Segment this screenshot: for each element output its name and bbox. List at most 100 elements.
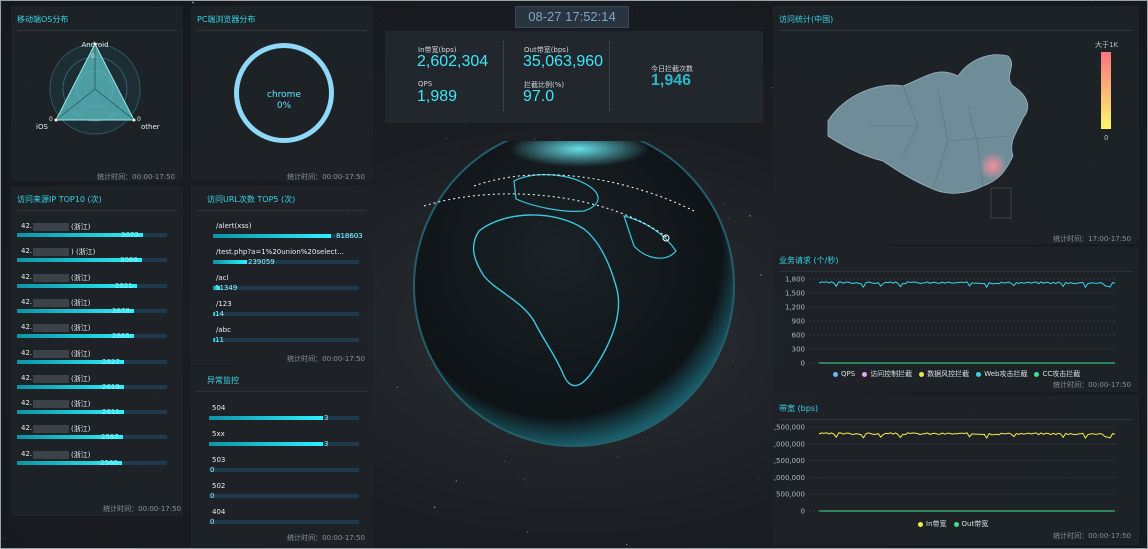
browser-percent: 0% bbox=[276, 101, 292, 111]
url-path: /test.php?a=1%20union%20select... bbox=[216, 248, 344, 256]
ip-bar bbox=[17, 283, 167, 288]
ip-bar bbox=[17, 258, 167, 263]
url-count: 14 bbox=[215, 310, 224, 318]
ip-address: 42. bbox=[21, 272, 33, 281]
url-bar bbox=[213, 312, 359, 316]
legend-item[interactable]: CC攻击拦截 bbox=[1034, 370, 1080, 378]
os-label-android: Android bbox=[81, 41, 108, 49]
legend-item[interactable]: 访问控制拦截 bbox=[862, 370, 912, 378]
ip-row[interactable]: 42. (浙江) 2878 bbox=[11, 298, 183, 320]
divider bbox=[609, 41, 610, 111]
anomaly-bar bbox=[209, 468, 359, 472]
url-count: 51349 bbox=[215, 284, 238, 292]
url-bar bbox=[213, 260, 359, 264]
anomaly-row[interactable]: 5xx 3 bbox=[191, 430, 373, 452]
panel-title: 访问URL次数 TOP5 (次) bbox=[207, 195, 296, 204]
anomaly-bar bbox=[209, 520, 359, 524]
ip-bar bbox=[17, 435, 167, 440]
ip-count: 2560 bbox=[100, 458, 118, 467]
ip-row[interactable]: 42. (浙江) 2619 bbox=[11, 374, 183, 396]
anomaly-row[interactable]: 504 3 bbox=[191, 404, 373, 426]
url-row[interactable]: /abc 11 bbox=[191, 326, 373, 348]
legend-label: Web攻击拦截 bbox=[984, 370, 1028, 378]
ip-bar bbox=[17, 233, 167, 237]
star bbox=[192, 1, 194, 4]
status-code: 404 bbox=[212, 508, 226, 516]
mobile-os-panel: 移动端OS分布 Android 0 0 iOS 0 other 统计时间：00:… bbox=[11, 6, 183, 181]
anomaly-count: 0 bbox=[210, 466, 215, 474]
url-row[interactable]: /acl 51349 bbox=[191, 274, 373, 296]
ip-count: 3069 bbox=[120, 256, 138, 265]
anomaly-row[interactable]: 502 0 bbox=[191, 482, 373, 504]
panel-title: PC端浏览器分布 bbox=[197, 15, 256, 24]
ip-mask bbox=[33, 374, 69, 383]
anomaly-row[interactable]: 503 0 bbox=[191, 456, 373, 478]
ip-row[interactable]: 42. (浙江) 2921 bbox=[11, 273, 183, 295]
ip-region: (浙江) bbox=[71, 349, 91, 358]
url-row[interactable]: /test.php?a=1%20union%20select... 239059 bbox=[191, 248, 373, 270]
legend-label: QPS bbox=[841, 370, 856, 378]
ip-row[interactable]: 42. ) (浙江) 3069 bbox=[11, 247, 183, 269]
star bbox=[446, 137, 448, 139]
star bbox=[1, 267, 2, 270]
china-map bbox=[827, 54, 1029, 219]
ip-row[interactable]: 42. (浙江) 2611 bbox=[11, 399, 183, 421]
legend-item[interactable]: Out带宽 bbox=[953, 520, 989, 528]
ip-region: (浙江) bbox=[71, 223, 91, 231]
panel-footer: 统计时间：00:00-17:50 bbox=[103, 505, 181, 513]
stats-panel: In带宽(bps) 2,602,304 QPS 1,989 Out带宽(bps)… bbox=[385, 31, 763, 123]
star bbox=[557, 138, 558, 140]
divider bbox=[17, 210, 177, 211]
ip-row[interactable]: 42. (浙江) 2560 bbox=[11, 450, 183, 472]
legend-dot-icon bbox=[953, 521, 959, 527]
anomaly-bar-fill bbox=[209, 442, 323, 446]
star bbox=[4, 537, 6, 539]
ip-row[interactable]: 42. (浙江) 3073 bbox=[11, 222, 183, 244]
legend-item[interactable]: In带宽 bbox=[918, 520, 947, 528]
star bbox=[465, 123, 467, 124]
top-ip-panel: 访问来源IP TOP10 (次) 42. (浙江) 3073 42. ) (浙江… bbox=[11, 186, 183, 516]
ip-mask bbox=[33, 425, 69, 434]
panel-title: 异常监控 bbox=[207, 376, 239, 385]
anomaly-row[interactable]: 404 0 bbox=[191, 508, 373, 530]
ip-row[interactable]: 42. (浙江) 2865 bbox=[11, 323, 183, 345]
url-count: 818603 bbox=[336, 232, 363, 240]
y-tick-label: 1,800 bbox=[785, 276, 805, 284]
qps-value: 1,989 bbox=[417, 88, 458, 105]
business-legend: QPS 访问控制拦截 数据风控拦截 Web攻击拦截 CC攻击拦截 bbox=[833, 369, 1087, 379]
panel-footer: 统计时间：17:00-17:50 bbox=[1053, 235, 1131, 243]
ip-mask bbox=[33, 349, 69, 358]
ip-row[interactable]: 42. (浙江) 2627 bbox=[11, 349, 183, 371]
legend-dot-icon bbox=[918, 521, 923, 527]
panel-title: 带宽 (bps) bbox=[779, 404, 819, 413]
pc-browser-panel: PC端浏览器分布 chrome 0% 统计时间：00:00-17:50 bbox=[191, 6, 373, 181]
legend-dot-icon bbox=[1034, 371, 1040, 377]
star bbox=[567, 29, 569, 30]
ip-region: (浙江) bbox=[71, 273, 91, 282]
legend-item[interactable]: QPS bbox=[833, 370, 855, 378]
star bbox=[1124, 3, 1126, 5]
url-count: 11 bbox=[215, 336, 224, 344]
legend-item[interactable]: Web攻击拦截 bbox=[976, 370, 1027, 378]
url-row[interactable]: /123 14 bbox=[191, 300, 373, 322]
divider bbox=[503, 41, 504, 111]
divider bbox=[197, 391, 367, 392]
legend-label: Out带宽 bbox=[961, 520, 989, 528]
star bbox=[768, 2, 770, 3]
url-row[interactable]: /alert(xss) 818603 bbox=[191, 222, 373, 244]
ip-count: 2619 bbox=[102, 382, 120, 391]
ip-mask bbox=[33, 298, 69, 307]
ip-bar bbox=[17, 410, 167, 415]
qps-label: QPS bbox=[418, 80, 433, 88]
url-path: /alert(xss) bbox=[216, 222, 252, 230]
ip-row[interactable]: 42. (浙江) 2597 bbox=[11, 424, 183, 446]
panel-title: 移动端OS分布 bbox=[17, 15, 69, 24]
top-url-panel: 访问URL次数 TOP5 (次) /alert(xss) 818603 /tes… bbox=[191, 186, 373, 366]
panel-footer: 统计时间：00:00-17:50 bbox=[287, 355, 365, 363]
ip-bar bbox=[17, 384, 167, 389]
legend-label: CC攻击拦截 bbox=[1042, 370, 1081, 378]
ip-bar bbox=[17, 308, 167, 313]
legend-dot-icon bbox=[833, 371, 838, 377]
ip-address: 42. bbox=[21, 323, 33, 332]
legend-item[interactable]: 数据风控拦截 bbox=[919, 370, 969, 378]
